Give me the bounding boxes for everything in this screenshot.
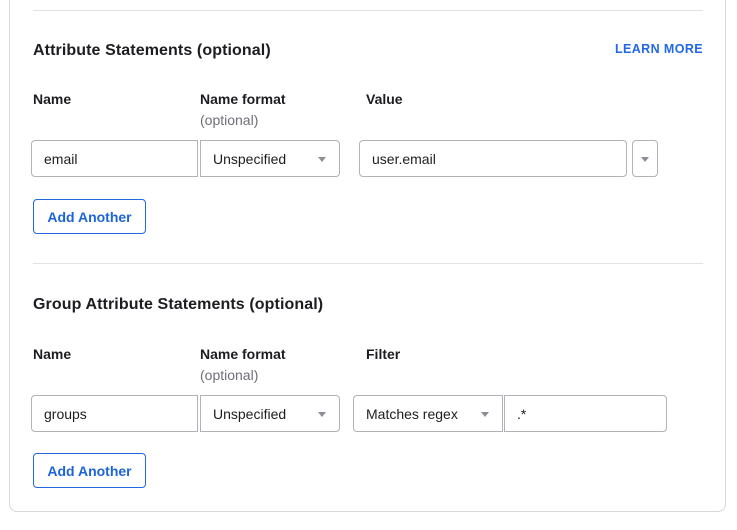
group-attribute-name-input[interactable] — [31, 395, 198, 432]
learn-more-link[interactable]: LEARN MORE — [615, 42, 703, 56]
form-card — [9, 0, 726, 512]
column-label-optional: (optional) — [200, 367, 258, 383]
attribute-name-input[interactable] — [31, 140, 198, 177]
divider — [33, 263, 703, 264]
chevron-down-icon — [318, 412, 326, 417]
filter-value-input[interactable] — [504, 395, 667, 432]
filter-type-select[interactable]: Matches regex — [353, 395, 503, 432]
column-label-filter: Filter — [366, 346, 400, 362]
add-another-button[interactable]: Add Another — [33, 453, 146, 488]
attribute-statements-title: Attribute Statements (optional) — [33, 42, 271, 60]
attribute-name-format-select[interactable]: Unspecified — [200, 140, 340, 177]
group-attribute-name-format-select[interactable]: Unspecified — [200, 395, 340, 432]
group-attribute-statements-title: Group Attribute Statements (optional) — [33, 296, 323, 314]
chevron-down-icon — [481, 412, 489, 417]
group-attribute-name-format-selected-value: Unspecified — [213, 406, 286, 422]
attribute-value-dropdown-button[interactable] — [632, 140, 658, 177]
attribute-name-format-selected-value: Unspecified — [213, 151, 286, 167]
chevron-down-icon — [641, 157, 649, 162]
add-another-button[interactable]: Add Another — [33, 199, 146, 234]
column-label-name-format: Name format — [200, 91, 286, 107]
column-label-value: Value — [366, 91, 403, 107]
settings-panel: Attribute Statements (optional) LEARN MO… — [0, 0, 737, 530]
column-label-name: Name — [33, 346, 71, 362]
column-label-name-format: Name format — [200, 346, 286, 362]
attribute-value-input[interactable] — [359, 140, 627, 177]
divider — [33, 10, 703, 11]
column-label-name: Name — [33, 91, 71, 107]
chevron-down-icon — [318, 157, 326, 162]
column-label-optional: (optional) — [200, 112, 258, 128]
filter-type-selected-value: Matches regex — [366, 406, 458, 422]
